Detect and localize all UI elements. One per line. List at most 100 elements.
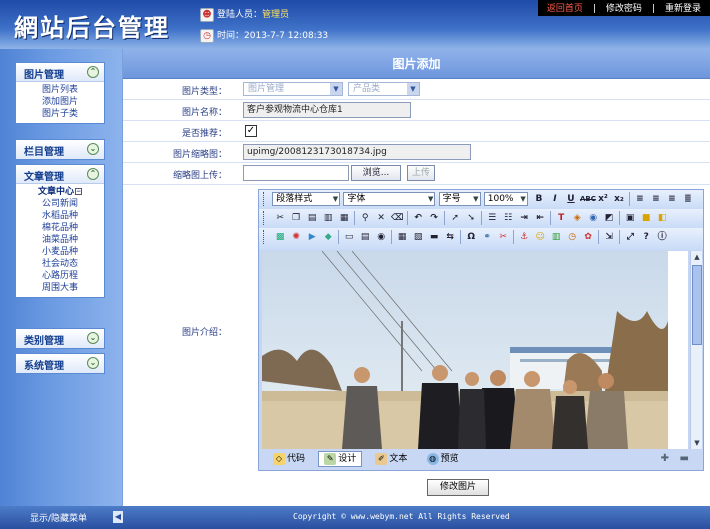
sidebar-item-image-subclass[interactable]: 图片子类 xyxy=(16,108,104,120)
zoom-select[interactable]: 100% xyxy=(483,192,528,206)
italic-icon[interactable]: I xyxy=(548,192,562,206)
symbol-icon[interactable]: ✿ xyxy=(581,230,595,244)
unordered-list-icon[interactable]: ☷ xyxy=(501,211,515,225)
mode-code[interactable]: ◇ 代码 xyxy=(267,451,311,467)
textarea-icon[interactable]: ▤ xyxy=(358,230,372,244)
editor-canvas[interactable] xyxy=(262,251,688,449)
layers-icon[interactable]: ◧ xyxy=(655,211,669,225)
thumb-path-input[interactable]: upimg/2008123173018734.jpg xyxy=(243,144,471,160)
scroll-up-icon[interactable]: ▲ xyxy=(691,251,703,263)
redo-icon[interactable]: ↷ xyxy=(427,211,441,225)
hr-icon[interactable]: ▬ xyxy=(427,230,441,244)
paste-word-icon[interactable]: ▦ xyxy=(337,211,351,225)
emoticon-icon[interactable]: ☺ xyxy=(533,230,547,244)
delete-icon[interactable]: ✕ xyxy=(374,211,388,225)
file-icon[interactable]: ◆ xyxy=(321,230,335,244)
size-select[interactable]: 字号 xyxy=(438,192,481,206)
cut-icon[interactable]: ✂ xyxy=(273,211,287,225)
shrink-icon[interactable]: ▬ xyxy=(680,453,689,464)
sidebar-item-rapeseed[interactable]: 油菜品种 xyxy=(16,234,104,246)
module-header[interactable]: 文章管理 ⌃ xyxy=(16,165,104,184)
home-link[interactable]: 返回首页 xyxy=(547,4,583,14)
date-icon[interactable]: ▥ xyxy=(549,230,563,244)
chevron-up-icon[interactable]: ⌃ xyxy=(87,168,99,180)
scroll-down-icon[interactable]: ▼ xyxy=(691,437,703,449)
select-all-icon[interactable]: ➚ xyxy=(448,211,462,225)
sidebar-item-cotton[interactable]: 棉花品种 xyxy=(16,222,104,234)
chevron-down-icon[interactable]: ⌄ xyxy=(87,357,99,369)
mode-preview[interactable]: ◍ 预览 xyxy=(421,451,465,467)
chevron-up-icon[interactable]: ⌃ xyxy=(87,66,99,78)
recommend-checkbox[interactable]: ✓ xyxy=(245,125,257,137)
name-input[interactable]: 客户参观物流中心仓库1 xyxy=(243,102,411,118)
anchor-icon[interactable]: ⚓ xyxy=(517,230,531,244)
outdent-icon[interactable]: ⇤ xyxy=(533,211,547,225)
eraser-icon[interactable]: ⌫ xyxy=(390,211,404,225)
undo-icon[interactable]: ↶ xyxy=(411,211,425,225)
align-left-icon[interactable]: ≡ xyxy=(633,192,647,206)
sidebar-item-rice[interactable]: 水稻品种 xyxy=(16,210,104,222)
expand-icon[interactable]: ✚ xyxy=(661,453,669,464)
sidebar-item-journey[interactable]: 心路历程 xyxy=(16,270,104,282)
font-color-icon[interactable]: T xyxy=(554,211,568,225)
table-icon[interactable]: ▦ xyxy=(395,230,409,244)
ordered-list-icon[interactable]: ☰ xyxy=(485,211,499,225)
media-icon[interactable]: ▶ xyxy=(305,230,319,244)
flash-icon[interactable]: ✺ xyxy=(289,230,303,244)
marquee-icon[interactable]: ⇆ xyxy=(443,230,457,244)
chevron-down-icon[interactable]: ⌄ xyxy=(87,332,99,344)
collapse-icon[interactable]: − xyxy=(75,188,82,195)
align-justify-icon[interactable]: ≣ xyxy=(681,192,695,206)
find-icon[interactable]: ⚲ xyxy=(358,211,372,225)
sidebar-item-company-news[interactable]: 公司新闻 xyxy=(16,198,104,210)
upload-button[interactable]: 上传 xyxy=(407,165,435,181)
sidebar-item-wheat[interactable]: 小麦品种 xyxy=(16,246,104,258)
sidebar-item-social[interactable]: 社会动态 xyxy=(16,258,104,270)
import-icon[interactable]: ⇲ xyxy=(602,230,616,244)
frame-icon[interactable]: ▣ xyxy=(623,211,637,225)
align-right-icon[interactable]: ≡ xyxy=(665,192,679,206)
toggle-menu-link[interactable]: 显示/隐藏菜单 xyxy=(30,511,87,524)
unlink-icon[interactable]: ✂ xyxy=(496,230,510,244)
special-char-icon[interactable]: Ω xyxy=(464,230,478,244)
fullscreen-icon[interactable]: ⤢ xyxy=(623,230,637,244)
help-icon[interactable]: ? xyxy=(639,230,653,244)
upload-file-input[interactable] xyxy=(243,165,349,181)
bold-icon[interactable]: B xyxy=(532,192,546,206)
editor-scrollbar[interactable]: ▲ ▼ xyxy=(690,251,702,449)
bg-color-icon[interactable]: ◈ xyxy=(570,211,584,225)
link-icon[interactable]: ⚭ xyxy=(480,230,494,244)
mode-design[interactable]: ✎ 设计 xyxy=(318,451,363,467)
format-select[interactable]: 段落样式 xyxy=(272,192,341,206)
superscript-icon[interactable]: x² xyxy=(596,192,610,206)
font-select[interactable]: 字体 xyxy=(343,192,436,206)
mode-text[interactable]: ✐ 文本 xyxy=(369,451,413,467)
paste-icon[interactable]: ▤ xyxy=(305,211,319,225)
module-header[interactable]: 系统管理 ⌄ xyxy=(16,354,104,373)
scroll-thumb[interactable] xyxy=(692,265,702,345)
module-header[interactable]: 类别管理 ⌄ xyxy=(16,329,104,348)
textbox-icon[interactable]: ▭ xyxy=(342,230,356,244)
chevron-down-icon[interactable]: ⌄ xyxy=(87,143,99,155)
strikethrough-icon[interactable]: ABC xyxy=(580,192,596,206)
type-select-2[interactable]: 产品类 ▼ xyxy=(348,82,420,96)
image-icon[interactable]: ▩ xyxy=(273,230,287,244)
sidebar-item-image-list[interactable]: 图片列表 xyxy=(16,84,104,96)
sidebar-item-events[interactable]: 周围大事 xyxy=(16,282,104,294)
layer-icon[interactable]: ■ xyxy=(639,211,653,225)
module-header[interactable]: 图片管理 ⌃ xyxy=(16,63,104,82)
about-icon[interactable]: ⓘ xyxy=(655,230,669,244)
browse-button[interactable]: 浏览... xyxy=(351,165,401,181)
subscript-icon[interactable]: x₂ xyxy=(612,192,626,206)
save-button[interactable]: 修改图片 xyxy=(427,479,489,496)
indent-icon[interactable]: ⇥ xyxy=(517,211,531,225)
module-header[interactable]: 栏目管理 ⌄ xyxy=(16,140,104,159)
form-icon[interactable]: ▧ xyxy=(411,230,425,244)
highlight-icon[interactable]: ◉ xyxy=(586,211,600,225)
copy-icon[interactable]: ❐ xyxy=(289,211,303,225)
align-center-icon[interactable]: ≡ xyxy=(649,192,663,206)
deselect-icon[interactable]: ➘ xyxy=(464,211,478,225)
remove-format-icon[interactable]: ◩ xyxy=(602,211,616,225)
relogin-link[interactable]: 重新登录 xyxy=(665,4,701,14)
paste-text-icon[interactable]: ▥ xyxy=(321,211,335,225)
